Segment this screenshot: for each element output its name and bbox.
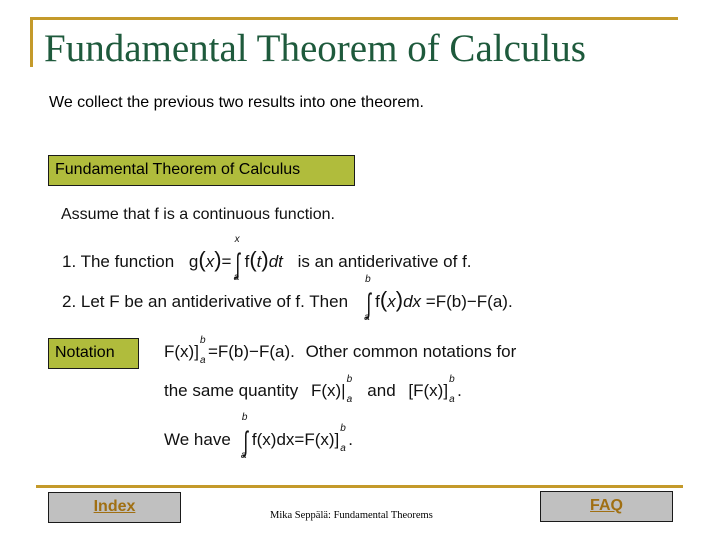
lower-limit: a	[364, 312, 370, 323]
x-var: x	[387, 292, 396, 311]
upper-limit: b	[199, 334, 206, 346]
bottom-rule	[36, 485, 683, 488]
limits: ba	[339, 423, 348, 454]
equals: =	[425, 292, 436, 311]
lower-limit: a	[346, 393, 353, 405]
footer-caption: Mika Seppälä: Fundamental Theorems	[270, 510, 433, 521]
upper-limit: b	[346, 373, 353, 385]
lower-limit: a	[240, 450, 247, 461]
top-rule	[30, 17, 678, 20]
equals: =	[221, 252, 232, 271]
dt: dt	[268, 252, 283, 271]
rhs: =F(b)−F(a).	[207, 342, 295, 361]
limits: ba	[199, 335, 208, 366]
notation-line-3: We have ∫ b a f(x)dx=F(x)] b a.	[164, 412, 354, 461]
lower-limit: a	[340, 442, 346, 454]
item1-suffix: is an antiderivative of f.	[297, 252, 472, 271]
slide-title: Fundamental Theorem of Calculus	[44, 27, 586, 70]
faq-button[interactable]: FAQ	[540, 491, 673, 522]
theorem-label-box: Fundamental Theorem of Calculus	[48, 155, 355, 186]
upper-limit: b	[340, 422, 346, 434]
theorem-label: Fundamental Theorem of Calculus	[55, 161, 301, 178]
alt-notation-bar: F(x)|	[310, 381, 346, 400]
alt-notation-bracket: [F(x)]	[408, 381, 449, 400]
notation-line-1: F(x)] b a =F(b)−F(a). Other common notation…	[164, 335, 517, 366]
upper-limit: x	[234, 234, 240, 245]
rhs: F(b)−F(a).	[435, 292, 513, 311]
index-button[interactable]: Index	[48, 492, 181, 523]
theorem-item-2: 2. Let F be an antiderivative of f. Then…	[62, 274, 513, 323]
dx: dx	[403, 292, 422, 311]
item2-formula: ∫ b a f(x)dx =F(b)−F(a).	[364, 274, 513, 323]
g-symbol: g	[188, 252, 199, 271]
notation-label: Notation	[55, 344, 115, 361]
upper-limit: b	[241, 412, 248, 423]
limits: ba	[346, 374, 355, 405]
lower-limit: a	[233, 272, 240, 283]
period: .	[348, 430, 354, 449]
rhs: =F(x)]	[294, 430, 340, 449]
notation-text: the same quantity	[164, 381, 299, 400]
notation-text: Other common notations for	[305, 342, 517, 361]
theorem-item-1: 1. The function g(x)= ∫ x a f(t)dt is an…	[62, 234, 472, 283]
and-text: and	[367, 381, 396, 400]
integrand: f(x)dx	[251, 430, 295, 449]
x-var: x	[205, 252, 215, 271]
notation-label-box: Notation	[48, 338, 139, 369]
item1-formula: g(x)= ∫ x a f(t)dt	[188, 234, 283, 283]
upper-limit: b	[365, 274, 371, 285]
item2-prefix: 2. Let F be an antiderivative of f. Then	[62, 292, 349, 311]
left-rule	[30, 17, 33, 67]
limits: ba	[448, 374, 457, 405]
lower-limit: a	[199, 354, 206, 366]
notation-text: We have	[164, 430, 231, 449]
item1-prefix: 1. The function	[62, 252, 175, 271]
assumption-text: Assume that f is a continuous function.	[61, 206, 335, 223]
intro-text: We collect the previous two results into…	[49, 94, 424, 111]
notation-line-2: the same quantity F(x)| b a and [F(x)] b a.	[164, 373, 462, 405]
lower-limit: a	[449, 393, 455, 405]
upper-limit: b	[449, 373, 455, 385]
evaluation-bracket: F(x)]	[164, 342, 199, 361]
